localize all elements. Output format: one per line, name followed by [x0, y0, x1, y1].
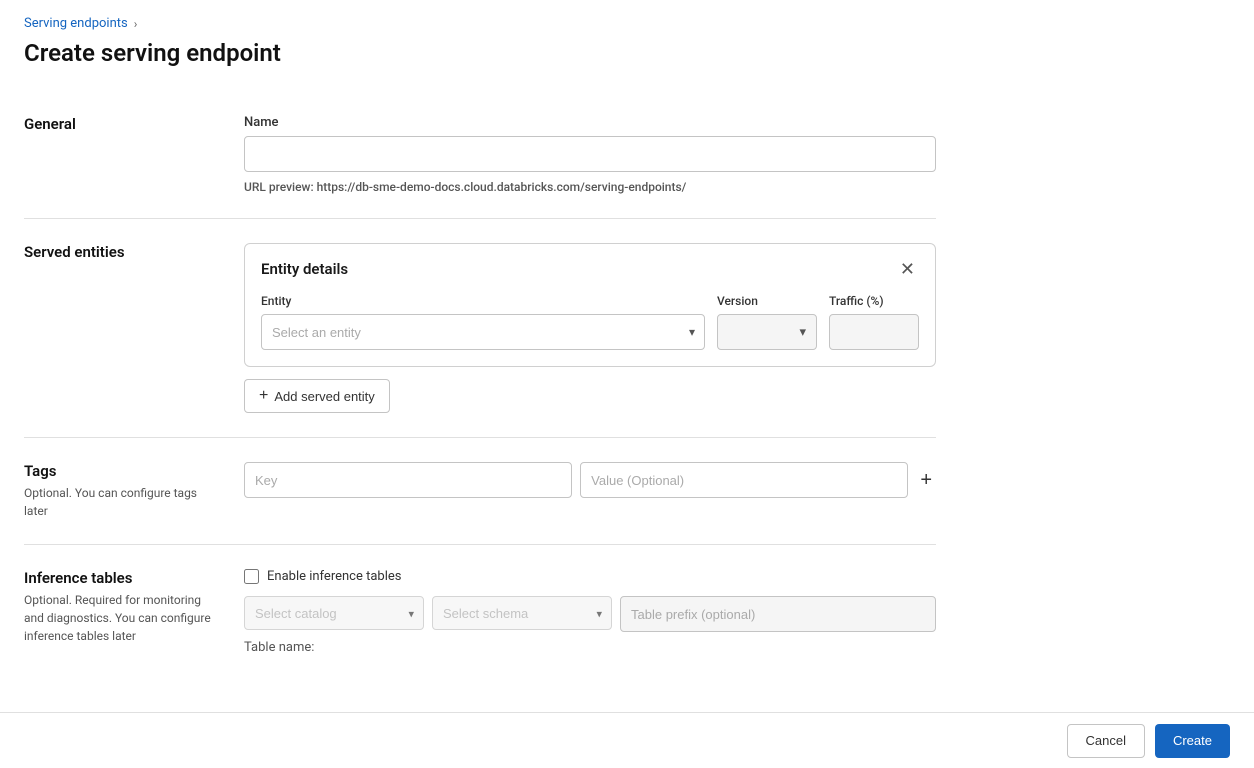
tags-value-input[interactable] — [580, 462, 908, 498]
tags-row: + — [244, 462, 936, 498]
traffic-input[interactable]: 100 — [829, 314, 919, 350]
entity-select-wrapper: Select an entity — [261, 314, 705, 350]
cancel-button[interactable]: Cancel — [1067, 724, 1145, 758]
enable-inference-row: Enable inference tables — [244, 569, 936, 584]
inference-tables-section: Inference tables Optional. Required for … — [24, 545, 936, 679]
schema-select[interactable]: Select schema — [432, 596, 612, 630]
name-label: Name — [244, 115, 936, 130]
inference-tables-title: Inference tables — [24, 569, 220, 587]
close-entity-card-button[interactable]: ✕ — [896, 260, 919, 278]
entity-field: Entity Select an entity — [261, 294, 705, 350]
entity-col-label: Entity — [261, 294, 705, 308]
inference-tables-desc: Optional. Required for monitoring and di… — [24, 591, 220, 645]
breadcrumb-chevron-icon: › — [134, 17, 138, 31]
add-entity-label: Add served entity — [274, 389, 374, 404]
tags-title: Tags — [24, 462, 220, 480]
inference-tables-content: Enable inference tables Select catalog S… — [244, 569, 936, 655]
tags-desc: Optional. You can configure tags later — [24, 484, 220, 520]
traffic-field: Traffic (%) 100 — [829, 294, 919, 350]
table-name-row: Table name: — [244, 640, 936, 655]
general-section: General Name URL preview: https://db-sme… — [24, 91, 936, 219]
add-served-entity-button[interactable]: + Add served entity — [244, 379, 390, 413]
entity-select[interactable]: Select an entity — [261, 314, 705, 350]
tags-section: Tags Optional. You can configure tags la… — [24, 438, 936, 545]
served-entities-title: Served entities — [24, 243, 220, 261]
enable-inference-label[interactable]: Enable inference tables — [267, 569, 402, 584]
tags-add-button[interactable]: + — [916, 470, 936, 490]
catalog-select-wrapper: Select catalog — [244, 596, 424, 632]
name-input[interactable] — [244, 136, 936, 172]
served-entities-section: Served entities Entity details ✕ Entity … — [24, 219, 936, 438]
tags-content: + — [244, 462, 936, 520]
version-chevron-icon: ▾ — [799, 324, 806, 340]
served-entities-content: Entity details ✕ Entity Select an entity… — [244, 243, 936, 413]
entity-card-title: Entity details — [261, 260, 348, 278]
tags-key-input[interactable] — [244, 462, 572, 498]
enable-inference-checkbox[interactable] — [244, 569, 259, 584]
add-entity-plus-icon: + — [259, 387, 268, 405]
page-title: Create serving endpoint — [24, 39, 936, 67]
version-field: Version ▾ — [717, 294, 817, 350]
url-preview: URL preview: https://db-sme-demo-docs.cl… — [244, 180, 936, 194]
entity-fields: Entity Select an entity Version ▾ — [261, 294, 919, 350]
table-prefix-input[interactable] — [620, 596, 936, 632]
general-section-content: Name URL preview: https://db-sme-demo-do… — [244, 115, 936, 194]
version-button[interactable]: ▾ — [717, 314, 817, 350]
general-section-title: General — [24, 115, 220, 133]
version-col-label: Version — [717, 294, 817, 308]
breadcrumb-link[interactable]: Serving endpoints — [24, 16, 128, 31]
entity-card: Entity details ✕ Entity Select an entity… — [244, 243, 936, 367]
footer: Cancel Create — [0, 712, 1254, 768]
table-name-label: Table name: — [244, 640, 314, 655]
create-button[interactable]: Create — [1155, 724, 1230, 758]
schema-select-wrapper: Select schema — [432, 596, 612, 632]
catalog-select[interactable]: Select catalog — [244, 596, 424, 630]
entity-card-header: Entity details ✕ — [261, 260, 919, 278]
breadcrumb: Serving endpoints › — [24, 16, 936, 31]
traffic-col-label: Traffic (%) — [829, 294, 919, 308]
inference-selects: Select catalog Select schema — [244, 596, 936, 632]
